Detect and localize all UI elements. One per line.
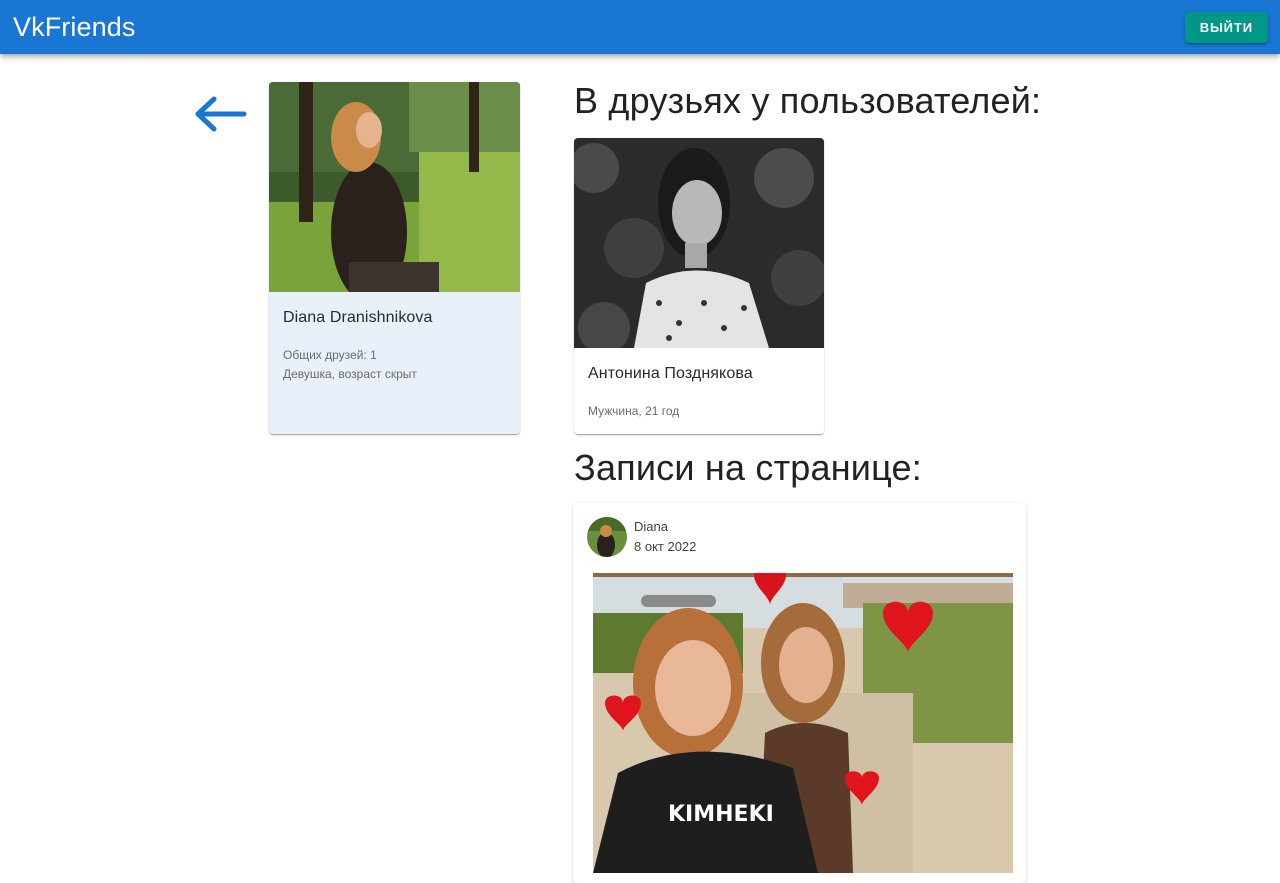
profile-info: Девушка, возраст скрыт xyxy=(283,367,417,381)
friend-info: Мужчина, 21 год xyxy=(588,404,680,418)
friends-section-title: В друзьях у пользователей: xyxy=(574,80,1042,121)
post-date: 8 окт 2022 xyxy=(634,539,697,554)
friend-card[interactable]: Антонина Позднякова Мужчина, 21 год xyxy=(574,138,824,434)
mutual-friends-count: Общих друзей: 1 xyxy=(283,348,377,362)
app-title: VkFriends xyxy=(13,11,136,42)
post-photo[interactable]: KIMHEKI xyxy=(593,573,1013,873)
logout-button[interactable]: Выйти xyxy=(1184,11,1268,43)
profile-card[interactable]: Diana Dranishnikova Общих друзей: 1 Деву… xyxy=(269,82,520,434)
posts-section-title: Записи на странице: xyxy=(574,447,922,488)
app-bar: VkFriends Выйти xyxy=(0,0,1280,54)
profile-photo xyxy=(269,82,520,292)
arrow-left-icon xyxy=(195,96,247,132)
post-card: Diana 8 окт 2022 KIMHEKI xyxy=(573,503,1026,883)
back-button[interactable] xyxy=(194,95,248,133)
post-author-name[interactable]: Diana xyxy=(634,517,696,537)
avatar-image xyxy=(587,517,627,557)
post-author-avatar[interactable] xyxy=(587,517,627,557)
shirt-print: KIMHEKI xyxy=(668,802,774,827)
post-header: Diana 8 окт 2022 xyxy=(587,517,696,557)
friend-photo xyxy=(574,138,824,348)
friend-name: Антонина Позднякова xyxy=(588,365,753,382)
profile-name: Diana Dranishnikova xyxy=(283,309,433,326)
